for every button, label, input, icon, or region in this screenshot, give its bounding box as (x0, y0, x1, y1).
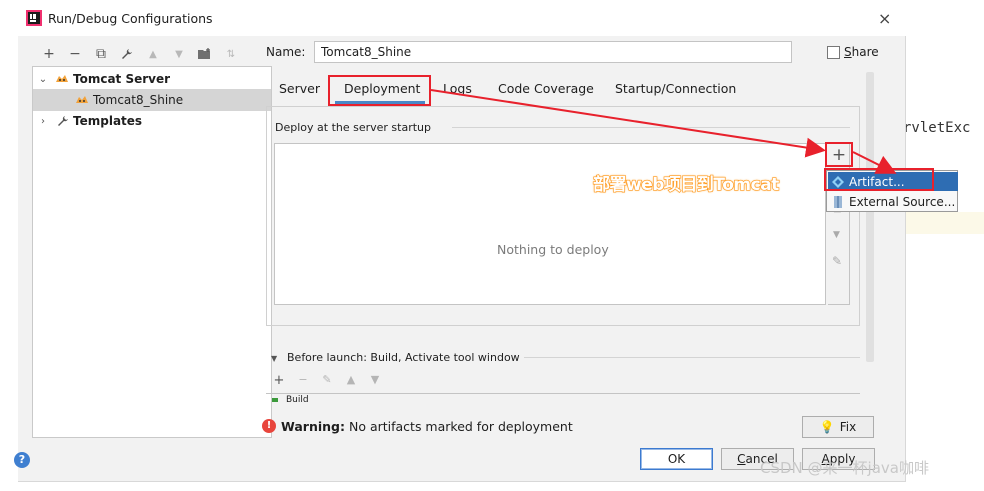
tomcat-icon (56, 75, 68, 82)
move-up-icon[interactable]: ▲ (140, 44, 166, 64)
chevron-down-icon[interactable]: ⌄ (37, 74, 49, 85)
menu-item-label: External Source... (849, 194, 956, 209)
ok-button[interactable]: OK (640, 448, 713, 470)
fix-button-label: Fix (839, 420, 857, 434)
remove-icon[interactable]: − (295, 373, 311, 389)
copy-icon[interactable]: ⧉ (88, 44, 114, 64)
annotation-text: 部署web项目到Tomcat (592, 174, 780, 195)
artifact-highlight-box (824, 168, 934, 191)
configurations-tree: ⌄ Tomcat Server Tomcat8_Shine › Template… (32, 66, 272, 438)
tab-startup-connection[interactable]: Startup/Connection (615, 81, 736, 96)
tree-item-templates[interactable]: › Templates (33, 110, 271, 132)
add-button-highlight-box (825, 142, 853, 167)
remove-icon[interactable]: − (62, 44, 88, 64)
tree-item-label: Tomcat8_Shine (93, 93, 184, 107)
tab-server[interactable]: Server (279, 81, 320, 96)
section-divider (452, 127, 850, 128)
tab-logs[interactable]: Logs (443, 81, 472, 96)
settings-scrollbar[interactable] (866, 72, 874, 362)
background-editor-text: rvletExc (903, 120, 971, 136)
folder-icon[interactable] (192, 44, 218, 64)
add-icon[interactable]: + (271, 373, 287, 389)
deployment-list[interactable] (274, 143, 826, 305)
tree-item-tomcat-server[interactable]: ⌄ Tomcat Server (33, 68, 271, 90)
tree-item-label: Templates (73, 114, 143, 128)
empty-list-text: Nothing to deploy (497, 242, 609, 257)
wrench-icon (58, 116, 68, 126)
archive-icon (834, 195, 842, 208)
before-launch-item: Build (286, 395, 309, 403)
add-icon[interactable]: + (36, 44, 62, 64)
tree-item-label: Tomcat Server (73, 72, 171, 86)
move-down-icon[interactable]: ▼ (166, 44, 192, 64)
deployment-tab-highlight-box (328, 75, 431, 106)
section-divider (524, 357, 860, 358)
share-checkbox[interactable] (827, 46, 840, 59)
wrench-icon[interactable] (114, 44, 140, 64)
csdn-watermark: CSDN @来一杯java咖啡 (760, 459, 929, 477)
warning-message: Warning: No artifacts marked for deploym… (281, 419, 573, 434)
move-up-icon[interactable]: ▲ (343, 373, 359, 389)
warning-icon: ! (262, 419, 276, 433)
window-title: Run/Debug Configurations (48, 11, 213, 26)
chevron-right-icon[interactable]: › (37, 116, 49, 127)
lightbulb-icon: 💡 (819, 420, 835, 434)
edit-pencil-icon[interactable]: ✎ (832, 254, 842, 268)
collapse-triangle-icon[interactable]: ▼ (271, 354, 277, 363)
intellij-app-icon (26, 10, 42, 26)
help-icon[interactable]: ? (14, 452, 30, 468)
menu-item-external-source[interactable]: External Source... (828, 192, 958, 211)
deploy-section-label: Deploy at the server startup (275, 121, 432, 134)
background-editor-highlight (905, 212, 984, 234)
move-down-icon[interactable]: ▼ (367, 373, 383, 389)
share-label[interactable]: Share (844, 45, 879, 59)
fix-button[interactable]: 💡 Fix (802, 416, 874, 438)
name-label: Name: (266, 45, 306, 59)
name-input[interactable] (314, 41, 792, 63)
sort-icon[interactable]: ⇅ (218, 44, 244, 64)
tree-item-tomcat8-shine[interactable]: Tomcat8_Shine (33, 89, 271, 111)
tomcat-icon (76, 96, 88, 103)
before-launch-toolbar: + − ✎ ▲ ▼ (271, 373, 383, 389)
title-bar: Run/Debug Configurations × (18, 0, 906, 36)
build-check-icon (272, 398, 278, 402)
configurations-toolbar: + − ⧉ ▲ ▼ ⇅ (36, 44, 244, 64)
before-launch-label: Before launch: Build, Activate tool wind… (287, 351, 520, 364)
close-icon[interactable]: × (878, 9, 891, 28)
tab-code-coverage[interactable]: Code Coverage (498, 81, 594, 96)
before-launch-list[interactable]: Build (266, 393, 860, 403)
edit-pencil-icon[interactable]: ✎ (319, 373, 335, 389)
move-down-icon[interactable]: ▼ (833, 230, 840, 240)
